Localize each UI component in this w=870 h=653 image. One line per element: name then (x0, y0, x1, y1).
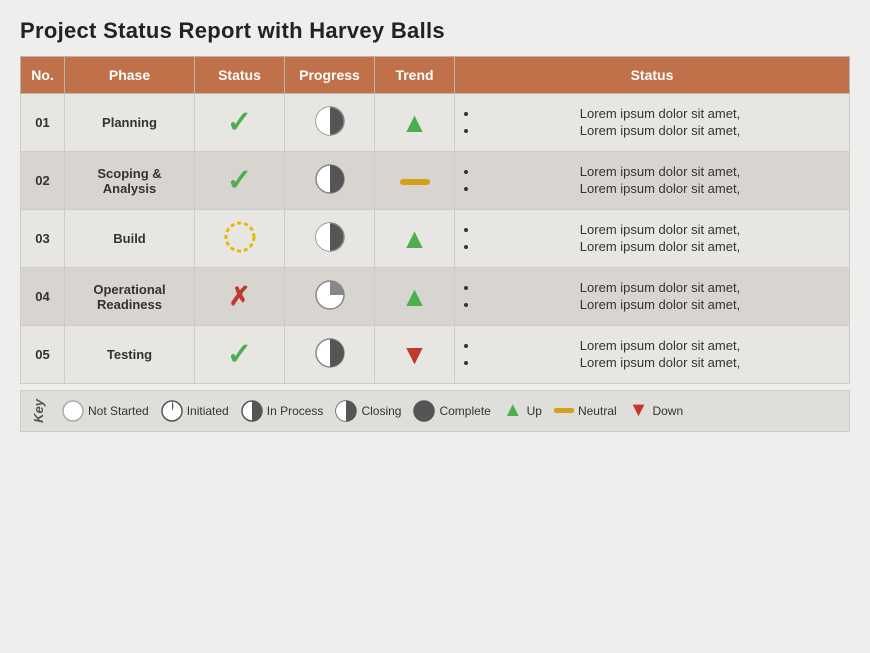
row-progress (285, 152, 375, 210)
col-status1: Status (195, 57, 285, 94)
row-number: 02 (21, 152, 65, 210)
key-not-started-label: Not Started (88, 404, 149, 418)
cross-icon: ✗ (229, 281, 251, 311)
row-progress (285, 94, 375, 152)
table-row: 04 Operational Readiness ✗ ▲ Lorem ipsum… (21, 268, 850, 326)
desc-item: Lorem ipsum dolor sit amet, (479, 280, 841, 295)
trend-up-icon: ▲ (401, 281, 429, 312)
row-status: ✗ (195, 268, 285, 326)
progress-half-icon (313, 162, 347, 196)
table-header-row: No. Phase Status Progress Trend Status (21, 57, 850, 94)
row-trend: ▼ (375, 326, 455, 384)
col-phase: Phase (65, 57, 195, 94)
table-row: 03 Build ▲ Lorem ipsum dolor sit amet,Lo… (21, 210, 850, 268)
complete-icon (413, 400, 435, 422)
key-closing: Closing (335, 400, 401, 422)
key-initiated: Initiated (161, 400, 229, 422)
not-started-icon (62, 400, 84, 422)
table-row: 05 Testing ✓ ▼ Lorem ipsum dolor sit ame… (21, 326, 850, 384)
key-neutral-label: Neutral (578, 404, 617, 418)
page-title: Project Status Report with Harvey Balls (20, 18, 850, 44)
key-closing-label: Closing (361, 404, 401, 418)
row-status: ✓ (195, 94, 285, 152)
row-trend: ▲ (375, 268, 455, 326)
desc-item: Lorem ipsum dolor sit amet, (479, 181, 841, 196)
row-number: 05 (21, 326, 65, 384)
desc-item: Lorem ipsum dolor sit amet, (479, 338, 841, 353)
main-table: No. Phase Status Progress Trend Status 0… (20, 56, 850, 384)
up-arrow-icon: ▲ (503, 399, 523, 422)
progress-quarter-icon (313, 278, 347, 312)
row-phase: Operational Readiness (65, 268, 195, 326)
key-in-process-label: In Process (267, 404, 324, 418)
row-progress (285, 268, 375, 326)
row-phase: Testing (65, 326, 195, 384)
key-down-label: Down (652, 404, 683, 418)
desc-item: Lorem ipsum dolor sit amet, (479, 297, 841, 312)
col-trend: Trend (375, 57, 455, 94)
table-row: 02 Scoping & Analysis ✓ Lorem ipsum dolo… (21, 152, 850, 210)
table-row: 01 Planning ✓ ▲ Lorem ipsum dolor sit am… (21, 94, 850, 152)
closing-icon (335, 400, 357, 422)
trend-up-icon: ▲ (401, 223, 429, 254)
row-desc: Lorem ipsum dolor sit amet, Lorem ipsum d… (455, 210, 850, 268)
row-desc: Lorem ipsum dolor sit amet, Lorem ipsum d… (455, 268, 850, 326)
key-up-label: Up (527, 404, 542, 418)
row-phase: Scoping & Analysis (65, 152, 195, 210)
row-desc: Lorem ipsum dolor sit amet, Lorem ipsum d… (455, 152, 850, 210)
col-no: No. (21, 57, 65, 94)
ring-icon (223, 220, 257, 254)
desc-item: Lorem ipsum dolor sit amet, (479, 239, 841, 254)
row-phase: Build (65, 210, 195, 268)
row-desc: Lorem ipsum dolor sit amet, Lorem ipsum d… (455, 326, 850, 384)
trend-neutral-icon (400, 179, 430, 185)
row-number: 01 (21, 94, 65, 152)
col-status2: Status (455, 57, 850, 94)
row-phase: Planning (65, 94, 195, 152)
progress-closing-icon (313, 220, 347, 254)
row-status: ✓ (195, 326, 285, 384)
key-neutral: Neutral (554, 404, 617, 418)
row-progress (285, 210, 375, 268)
row-trend: ▲ (375, 210, 455, 268)
row-trend (375, 152, 455, 210)
desc-item: Lorem ipsum dolor sit amet, (479, 222, 841, 237)
row-progress (285, 326, 375, 384)
key-complete: Complete (413, 400, 490, 422)
key-label: Key (31, 399, 46, 423)
row-number: 03 (21, 210, 65, 268)
key-bar: Key Not Started Initiated In Process Clo… (20, 390, 850, 432)
row-desc: Lorem ipsum dolor sit amet, Lorem ipsum d… (455, 94, 850, 152)
row-number: 04 (21, 268, 65, 326)
neutral-dash-icon (554, 408, 574, 413)
check-icon: ✓ (227, 106, 252, 139)
row-trend: ▲ (375, 94, 455, 152)
check-icon: ✓ (227, 338, 252, 371)
desc-item: Lorem ipsum dolor sit amet, (479, 164, 841, 179)
col-progress: Progress (285, 57, 375, 94)
trend-down-icon: ▼ (401, 339, 429, 370)
progress-closing-icon (313, 104, 347, 138)
desc-item: Lorem ipsum dolor sit amet, (479, 355, 841, 370)
initiated-icon (161, 400, 183, 422)
key-in-process: In Process (241, 400, 324, 422)
desc-item: Lorem ipsum dolor sit amet, (479, 106, 841, 121)
key-up: ▲ Up (503, 399, 542, 422)
key-complete-label: Complete (439, 404, 490, 418)
check-icon: ✓ (227, 164, 252, 197)
key-not-started: Not Started (62, 400, 149, 422)
row-status: ✓ (195, 152, 285, 210)
trend-up-icon: ▲ (401, 107, 429, 138)
desc-item: Lorem ipsum dolor sit amet, (479, 123, 841, 138)
in-process-icon (241, 400, 263, 422)
row-status (195, 210, 285, 268)
key-down: ▼ Down (629, 399, 683, 422)
key-initiated-label: Initiated (187, 404, 229, 418)
down-arrow-icon: ▼ (629, 399, 649, 422)
progress-half-icon (313, 336, 347, 370)
